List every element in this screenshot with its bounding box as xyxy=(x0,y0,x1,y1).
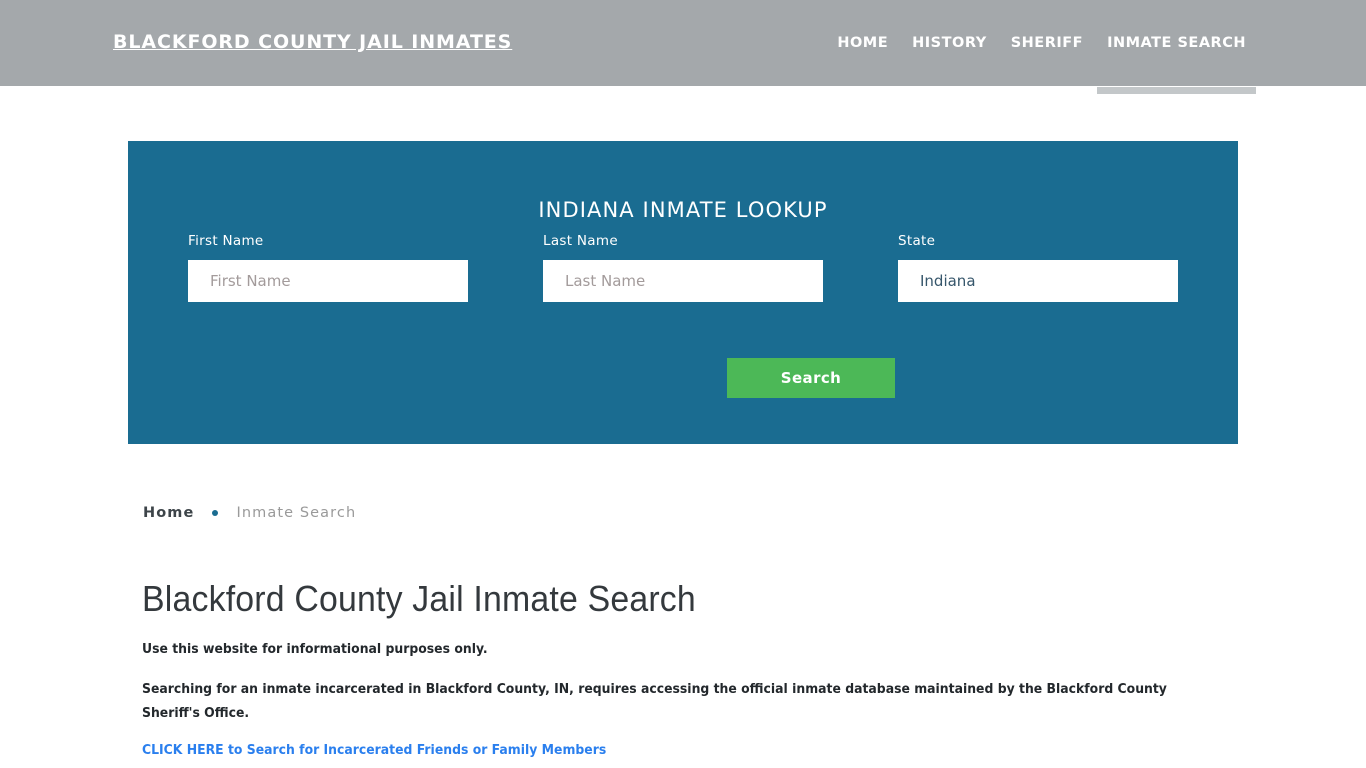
inmate-lookup-panel: INDIANA INMATE LOOKUP First Name Last Na… xyxy=(128,141,1238,444)
nav-item-home[interactable]: HOME xyxy=(825,0,900,86)
first-name-field-group: First Name xyxy=(188,233,468,302)
breadcrumb: Home Inmate Search xyxy=(143,505,356,521)
last-name-input[interactable] xyxy=(543,260,823,302)
disclaimer-paragraph: Use this website for informational purpo… xyxy=(142,641,488,657)
lookup-fields-row: First Name Last Name State xyxy=(128,233,1238,303)
state-input[interactable] xyxy=(898,260,1178,302)
page-title: Blackford County Jail Inmate Search xyxy=(142,578,696,619)
breadcrumb-separator-dot-icon xyxy=(212,510,219,516)
last-name-label: Last Name xyxy=(543,233,618,249)
first-name-label: First Name xyxy=(188,233,264,249)
last-name-field-group: Last Name xyxy=(543,233,823,302)
search-button[interactable]: Search xyxy=(727,358,895,398)
state-label: State xyxy=(898,233,936,249)
nav-item-history[interactable]: HISTORY xyxy=(900,0,999,86)
site-brand-title[interactable]: BLACKFORD COUNTY JAIL INMATES xyxy=(113,31,512,53)
lookup-panel-title: INDIANA INMATE LOOKUP xyxy=(538,198,828,223)
breadcrumb-item-current: Inmate Search xyxy=(236,505,357,521)
nav-item-inmate-search[interactable]: INMATE SEARCH xyxy=(1095,0,1258,94)
inmate-search-cta-link[interactable]: CLICK HERE to Search for Incarcerated Fr… xyxy=(142,742,606,758)
main-navigation: HOME HISTORY SHERIFF INMATE SEARCH xyxy=(825,0,1258,94)
site-header: BLACKFORD COUNTY JAIL INMATES HOME HISTO… xyxy=(0,0,1366,94)
breadcrumb-item-home[interactable]: Home xyxy=(143,505,194,521)
description-paragraph: Searching for an inmate incarcerated in … xyxy=(142,681,1167,721)
nav-item-sheriff[interactable]: SHERIFF xyxy=(999,0,1095,86)
state-field-group: State xyxy=(898,233,1178,302)
first-name-input[interactable] xyxy=(188,260,468,302)
